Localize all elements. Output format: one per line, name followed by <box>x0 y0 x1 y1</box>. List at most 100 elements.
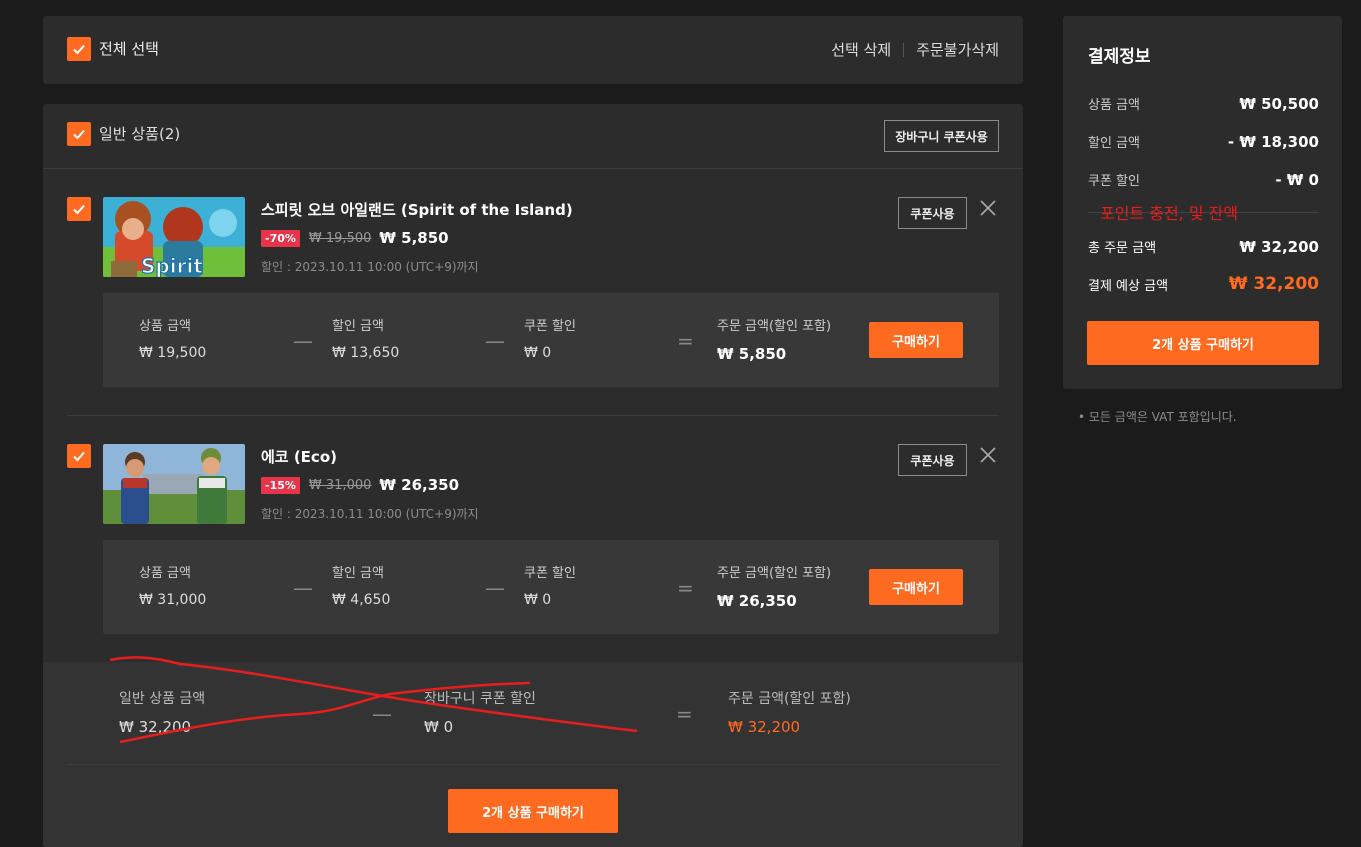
summary-product-label: 상품 금액 <box>139 566 191 581</box>
group-total: 일반 상품 금액 ₩ 32,200 — 장바구니 쿠폰 할인 ₩ 0 = 주문 … <box>43 662 1023 847</box>
item-title[interactable]: 스피릿 오브 아일랜드 (Spirit of the Island) <box>261 199 573 220</box>
select-all-checkbox[interactable] <box>67 37 91 61</box>
summary-coupon-value: ₩ 0 <box>524 592 552 608</box>
summary-product-label: 상품 금액 <box>139 319 191 334</box>
payment-title: 결제정보 <box>1088 47 1151 67</box>
summary-order: 주문 금액(할인 포함) ₩ 26,350 <box>717 562 831 610</box>
payment-row-value: ₩ 50,500 <box>1239 94 1319 113</box>
summary-coupon: 쿠폰 할인 ₩ 0 <box>524 562 576 608</box>
original-price: ₩ 19,500 <box>308 230 372 246</box>
summary-discount-value: ₩ 13,650 <box>332 345 400 361</box>
delete-unorderable-link[interactable]: 주문불가삭제 <box>916 39 999 60</box>
game-thumbnail[interactable] <box>103 444 245 524</box>
item-coupon-button[interactable]: 쿠폰사용 <box>898 197 967 229</box>
close-icon[interactable] <box>979 446 997 464</box>
summary-product: 상품 금액 ₩ 19,500 <box>139 315 206 361</box>
bulk-actions: 선택 삭제 주문불가삭제 <box>831 39 999 60</box>
group-subtotal: 일반 상품 금액 ₩ 32,200 <box>119 688 205 736</box>
equals-operator: = <box>676 702 693 726</box>
summary-discount-value: ₩ 4,650 <box>332 592 391 608</box>
cart-item: 에코 (Eco) -15% ₩ 31,000 ₩ 26,350 할인 : 202… <box>43 416 1023 662</box>
summary-coupon-label: 쿠폰 할인 <box>524 566 576 581</box>
price-row: -15% ₩ 31,000 ₩ 26,350 <box>261 476 459 494</box>
group-total-divider <box>67 764 999 765</box>
payment-row-total: 총 주문 금액 ₩ 32,200 <box>1088 237 1319 257</box>
group-order-label: 주문 금액(할인 포함) <box>728 691 851 707</box>
check-icon <box>73 44 85 55</box>
group-cart-coupon-value: ₩ 0 <box>424 718 454 736</box>
payment-row-value: ₩ 32,200 <box>1239 237 1319 256</box>
minus-operator: — <box>293 329 313 353</box>
group-subtotal-value: ₩ 32,200 <box>119 718 192 736</box>
payment-row-label: 쿠폰 할인 <box>1088 174 1140 189</box>
item-coupon-button[interactable]: 쿠폰사용 <box>898 444 967 476</box>
payment-row-expected: 결제 예상 금액 ₩ 32,200 <box>1088 274 1319 294</box>
summary-order-label: 주문 금액(할인 포함) <box>717 566 832 581</box>
summary-discount: 할인 금액 ₩ 4,650 <box>332 562 390 608</box>
discount-badge: -15% <box>261 476 300 494</box>
item-summary: 상품 금액 ₩ 31,000 — 할인 금액 ₩ 4,650 — 쿠폰 할인 ₩… <box>103 540 999 634</box>
handwritten-annotation: 포인트 충전, 및 잔액 <box>1100 204 1239 223</box>
summary-product: 상품 금액 ₩ 31,000 <box>139 562 206 608</box>
summary-coupon-value: ₩ 0 <box>524 345 552 361</box>
final-price: ₩ 26,350 <box>379 476 460 494</box>
item-title[interactable]: 에코 (Eco) <box>261 446 337 467</box>
equals-operator: = <box>677 576 694 600</box>
game-thumbnail[interactable]: Spirit <box>103 197 245 277</box>
check-icon <box>73 204 85 215</box>
price-row: -70% ₩ 19,500 ₩ 5,850 <box>261 229 449 247</box>
delete-selected-link[interactable]: 선택 삭제 <box>831 39 891 60</box>
item-checkbox[interactable] <box>67 444 91 468</box>
summary-order: 주문 금액(할인 포함) ₩ 5,850 <box>717 315 831 363</box>
payment-row-label: 할인 금액 <box>1088 136 1140 151</box>
divider <box>903 42 905 57</box>
summary-order-value: ₩ 5,850 <box>717 345 787 363</box>
buy-button[interactable]: 구매하기 <box>869 569 963 605</box>
close-icon[interactable] <box>979 199 997 217</box>
cart-coupon-button[interactable]: 장바구니 쿠폰사용 <box>884 120 999 152</box>
summary-coupon: 쿠폰 할인 ₩ 0 <box>524 315 576 361</box>
group-cart-coupon: 장바구니 쿠폰 할인 ₩ 0 <box>424 688 536 736</box>
check-icon <box>73 129 85 140</box>
item-summary: 상품 금액 ₩ 19,500 — 할인 금액 ₩ 13,650 — 쿠폰 할인 … <box>103 293 999 387</box>
minus-operator: — <box>485 576 505 600</box>
payment-row-coupon: 쿠폰 할인 - ₩ 0 <box>1088 170 1319 190</box>
check-icon <box>73 451 85 462</box>
buy-button[interactable]: 구매하기 <box>869 322 963 358</box>
group-cart-coupon-label: 장바구니 쿠폰 할인 <box>424 691 536 707</box>
group-order: 주문 금액(할인 포함) ₩ 32,200 <box>728 688 851 736</box>
minus-operator: — <box>485 329 505 353</box>
select-all-label: 전체 선택 <box>99 40 159 58</box>
svg-text:Spirit: Spirit <box>141 254 203 277</box>
group-header: 일반 상품(2) 장바구니 쿠폰사용 <box>43 104 1023 169</box>
group-subtotal-label: 일반 상품 금액 <box>119 691 206 707</box>
group-order-value: ₩ 32,200 <box>728 718 801 736</box>
summary-product-value: ₩ 19,500 <box>139 345 207 361</box>
discount-until: 할인 : 2023.10.11 10:00 (UTC+9)까지 <box>261 507 479 521</box>
minus-operator: — <box>293 576 313 600</box>
discount-badge: -70% <box>261 229 300 247</box>
summary-coupon-label: 쿠폰 할인 <box>524 319 576 334</box>
cart-item: Spirit 스피릿 오브 아일랜드 (Spirit of the Island… <box>43 169 1023 416</box>
group-label: 일반 상품(2) <box>99 125 181 143</box>
group-checkbox[interactable] <box>67 122 91 146</box>
purchase-all-button[interactable]: 2개 상품 구매하기 <box>448 789 618 833</box>
item-checkbox[interactable] <box>67 197 91 221</box>
vat-note: • 모든 금액은 VAT 포함입니다. <box>1078 410 1237 424</box>
payment-row-value: - ₩ 18,300 <box>1227 132 1319 151</box>
summary-discount-label: 할인 금액 <box>332 566 384 581</box>
payment-info-panel: 결제정보 상품 금액 ₩ 50,500 할인 금액 - ₩ 18,300 쿠폰 … <box>1063 16 1342 389</box>
payment-row-value: ₩ 32,200 <box>1228 274 1319 294</box>
summary-product-value: ₩ 31,000 <box>139 592 207 608</box>
original-price: ₩ 31,000 <box>308 477 372 493</box>
payment-row-label: 상품 금액 <box>1088 98 1140 113</box>
payment-row-value: - ₩ 0 <box>1275 170 1319 189</box>
payment-row-label: 총 주문 금액 <box>1088 241 1157 256</box>
purchase-button[interactable]: 2개 상품 구매하기 <box>1087 321 1319 365</box>
payment-row-discount: 할인 금액 - ₩ 18,300 <box>1088 132 1319 152</box>
summary-discount: 할인 금액 ₩ 13,650 <box>332 315 399 361</box>
summary-order-value: ₩ 26,350 <box>717 592 797 610</box>
equals-operator: = <box>677 329 694 353</box>
select-all-bar: 전체 선택 선택 삭제 주문불가삭제 <box>43 16 1023 84</box>
payment-row-product: 상품 금액 ₩ 50,500 <box>1088 94 1319 114</box>
